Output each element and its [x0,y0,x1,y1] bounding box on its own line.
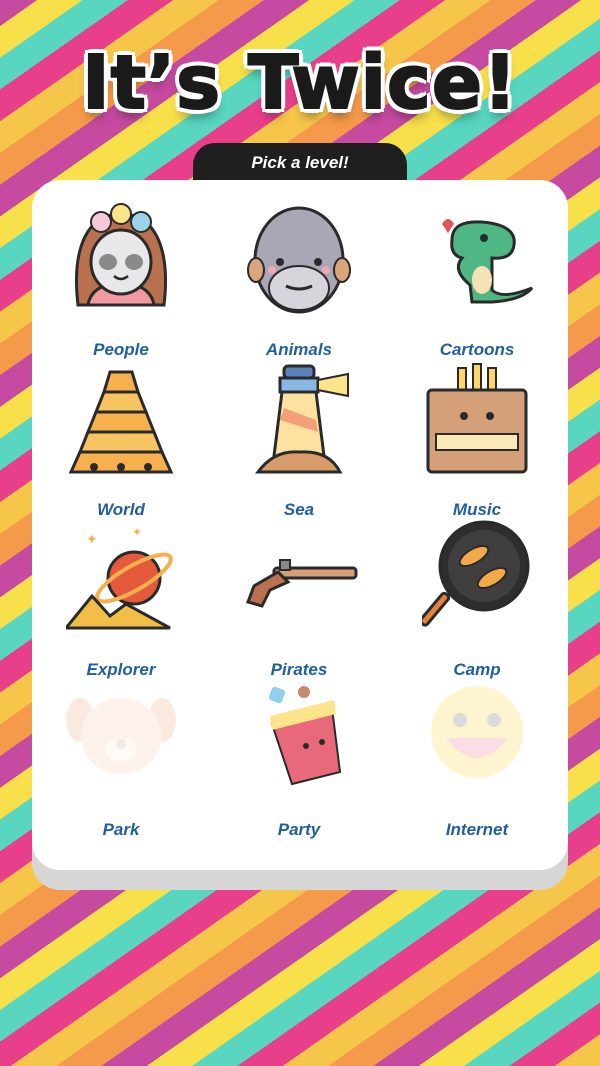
level-label: Park [102,820,140,839]
level-sea[interactable]: Sea [210,360,388,520]
level-world[interactable]: World [32,360,210,520]
level-camp[interactable]: Camp [388,520,566,680]
level-cartoons[interactable]: Cartoons [388,200,566,360]
level-label: Explorer [86,660,156,679]
level-label: People [93,340,149,359]
walrus-icon [247,206,351,314]
party-cup-icon [268,686,342,786]
lighthouse-icon [255,364,349,474]
level-label: Camp [453,660,501,679]
dinosaur-icon [442,219,534,304]
level-people[interactable]: People [32,200,210,360]
level-music[interactable]: Music [388,360,566,520]
woman-avatar-icon [74,203,168,307]
flintlock-pistol-icon [246,559,358,608]
frying-pan-fish-icon [422,520,530,627]
svg-text:✦: ✦ [132,525,142,539]
level-label: Internet [445,820,509,839]
level-pirates[interactable]: Pirates [210,520,388,680]
pipe-organ-icon [426,363,528,474]
level-label: Music [452,500,502,519]
level-label: Cartoons [439,340,515,359]
dog-face-icon [66,698,176,774]
level-internet[interactable]: Internet [388,680,566,840]
level-label: World [97,500,145,519]
level-label: Pirates [270,660,328,679]
level-party[interactable]: Party [210,680,388,840]
planet-desert-icon: ✦ ✦ [66,525,173,630]
game-title: It’s Twice! [81,39,518,127]
level-park[interactable]: Park [32,680,210,840]
level-label: Animals [265,340,333,359]
tower-of-babel-icon [68,370,174,474]
level-label: Sea [283,500,315,519]
svg-text:✦: ✦ [86,531,98,547]
level-explorer[interactable]: ✦ ✦ Explorer [32,520,210,680]
level-label: Party [277,820,321,839]
laughing-emoji-icon [431,686,523,778]
level-animals[interactable]: Animals [210,200,388,360]
